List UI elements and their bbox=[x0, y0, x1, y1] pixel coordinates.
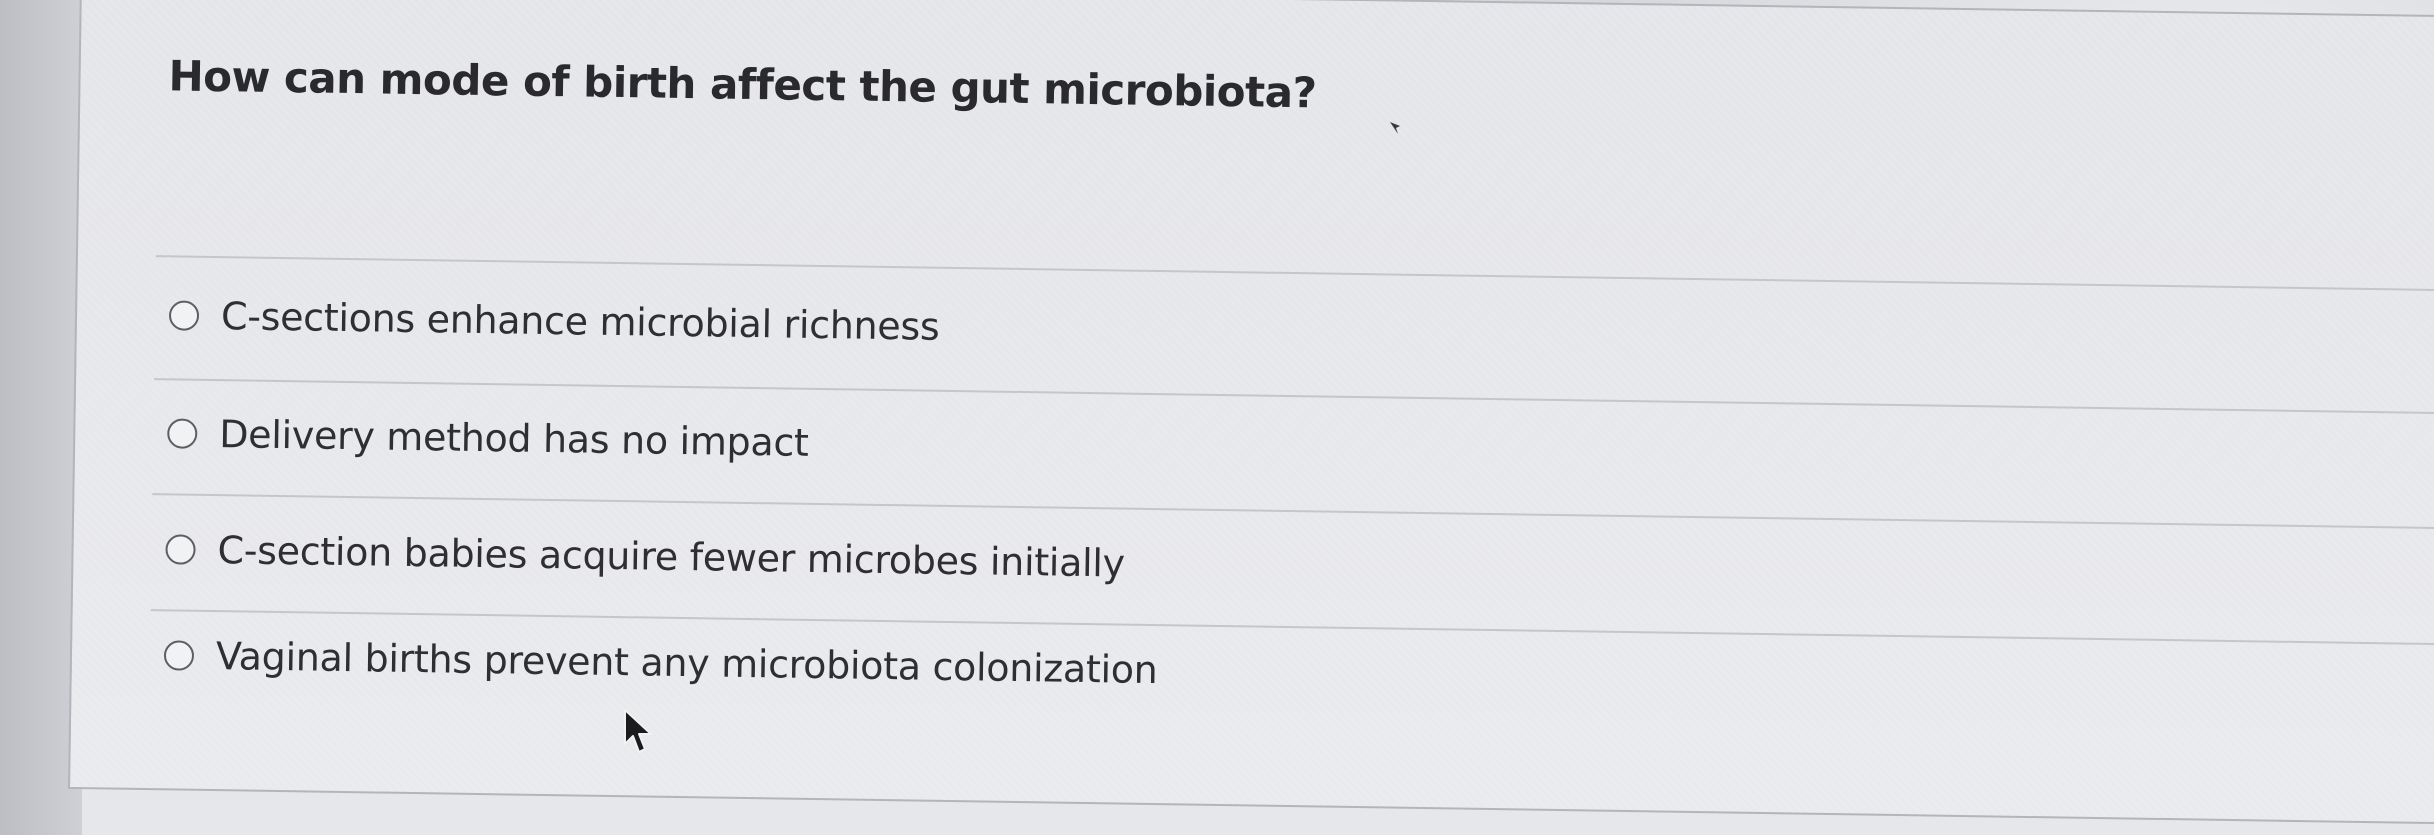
answer-option-label[interactable]: C-sections enhance microbial richness bbox=[221, 294, 940, 349]
radio-button-unchecked-icon[interactable] bbox=[168, 300, 200, 331]
screen: How can mode of birth affect the gut mic… bbox=[0, 0, 2434, 835]
radio-button-unchecked-icon[interactable] bbox=[165, 534, 196, 565]
answer-option-label[interactable]: Delivery method has no impact bbox=[219, 412, 809, 465]
divider bbox=[154, 378, 2434, 416]
mouse-pointer-icon bbox=[624, 709, 652, 753]
answer-option-1[interactable]: C-sections enhance microbial richness bbox=[168, 293, 940, 349]
answer-option-3[interactable]: C-section babies acquire fewer microbes … bbox=[165, 527, 1125, 586]
radio-button-unchecked-icon[interactable] bbox=[163, 640, 195, 671]
radio-button-unchecked-icon[interactable] bbox=[167, 418, 198, 449]
answer-option-4[interactable]: Vaginal births prevent any microbiota co… bbox=[163, 633, 1158, 692]
divider bbox=[155, 255, 2434, 293]
text-caret-icon bbox=[1390, 122, 1400, 134]
answer-option-label[interactable]: Vaginal births prevent any microbiota co… bbox=[216, 634, 1158, 692]
question-card: How can mode of birth affect the gut mic… bbox=[67, 0, 2434, 825]
answer-option-label[interactable]: C-section babies acquire fewer microbes … bbox=[217, 528, 1125, 585]
divider bbox=[152, 493, 2434, 531]
answer-option-2[interactable]: Delivery method has no impact bbox=[167, 411, 809, 465]
question-text: How can mode of birth affect the gut mic… bbox=[168, 51, 1317, 118]
